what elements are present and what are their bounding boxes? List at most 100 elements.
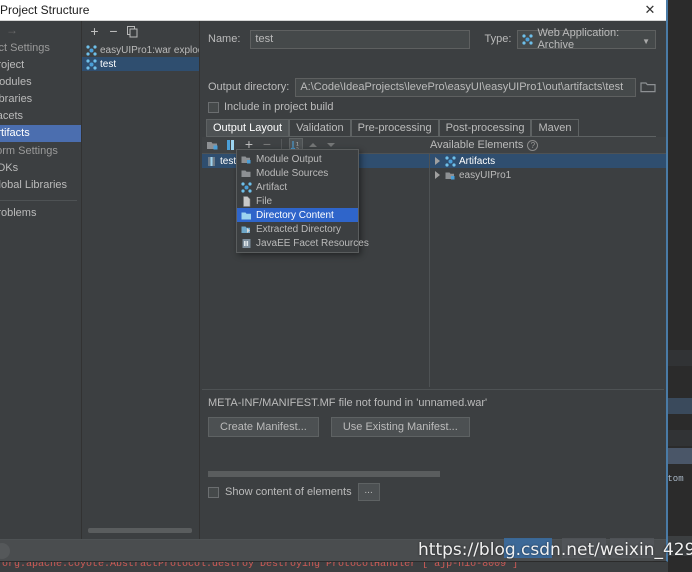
module-output-icon [445,170,456,181]
sidebar-item-artifacts[interactable]: Artifacts [0,125,81,142]
nav-header-project-settings: ject Settings [0,42,50,54]
manifest-area: META-INF/MANIFEST.MF file not found in '… [202,389,666,451]
remove-artifact-button[interactable]: − [107,24,120,38]
manifest-buttons: Create Manifest... Use Existing Manifest… [208,417,470,437]
menu-item-label: Directory Content [256,209,334,221]
dialog-titlebar: Project Structure ✕ [0,0,666,21]
divider [202,389,664,390]
artifact-type-dropdown[interactable]: Web Application: Archive ▼ [517,27,656,51]
output-directory-row: Output directory: A:\Code\IdeaProjects\l… [208,77,656,97]
tree-row[interactable]: Artifacts [430,154,666,168]
output-directory-label: Output directory: [208,81,290,93]
horizontal-scrollbar[interactable] [208,471,440,477]
settings-nav-pane: → ject Settings Project Modules Librarie… [0,21,82,539]
artifact-type-value: Web Application: Archive [537,27,620,51]
artifact-icon [86,58,97,70]
add-artifact-button[interactable]: + [88,24,101,38]
module-output-icon [241,154,252,165]
menu-item-label: Extracted Directory [256,223,342,235]
menu-item-directory-content[interactable]: Directory Content [237,208,358,222]
chevron-down-icon: ▼ [642,36,650,46]
menu-item-artifact[interactable]: Artifact [237,180,358,194]
create-manifest-button[interactable]: Create Manifest... [208,417,319,437]
list-item[interactable]: test [82,57,199,71]
sidebar-item-libraries[interactable]: Libraries [0,91,81,108]
name-row: Name: test Type: Web Application: Archiv… [208,27,656,51]
menu-item-label: Artifact [256,181,288,193]
browse-folder-icon[interactable] [640,79,656,95]
show-content-options-button[interactable]: ... [357,483,380,501]
include-in-build-row[interactable]: Include in project build [208,101,333,113]
available-elements-header: Available Elements ? [430,137,539,154]
horizontal-scrollbar[interactable] [88,528,192,533]
menu-item-label: Module Output [256,153,322,165]
name-label: Name: [208,33,241,45]
tab-maven[interactable]: Maven [531,119,579,136]
help-icon[interactable]: ? [527,140,539,151]
sidebar-item-global-libraries[interactable]: Global Libraries [0,177,81,194]
artifact-name-input[interactable]: test [250,29,470,49]
available-elements-label: Available Elements [430,139,524,151]
tab-output-layout[interactable]: Output Layout [206,119,290,136]
copy-artifact-button[interactable] [126,25,139,38]
include-in-build-checkbox[interactable] [208,101,219,113]
menu-item-file[interactable]: File [237,194,358,208]
tab-post-processing[interactable]: Post-processing [438,119,532,136]
menu-item-extracted-directory[interactable]: Extracted Directory [237,222,358,236]
artifact-icon [522,33,534,45]
svg-text:1: 1 [296,142,299,148]
background-right-panel [668,0,692,572]
menu-item-label: File [256,195,273,207]
include-in-build-label: Include in project build [224,101,334,113]
artifact-list-toolbar: + − [82,21,199,39]
show-content-row[interactable]: Show content of elements ... [208,483,380,501]
tree-row-label: easyUIPro1 [459,169,512,181]
show-content-label: Show content of elements [225,486,352,498]
expand-triangle-icon[interactable] [434,157,442,165]
tab-validation[interactable]: Validation [289,119,351,136]
list-item[interactable]: easyUIPro1:war exploded [82,43,199,57]
extracted-directory-icon [241,224,252,235]
sidebar-item-facets[interactable]: Facets [0,108,81,125]
output-directory-input[interactable]: A:\Code\IdeaProjects\levePro\easyUI\easy… [295,77,636,97]
menu-item-label: Module Sources [256,167,329,179]
sidebar-item-project[interactable]: Project [0,57,81,74]
add-element-context-menu: Module Output Module Sources Artifact Fi… [236,149,369,253]
tree-row-label: Artifacts [459,155,496,167]
module-sources-icon [241,168,252,179]
javaee-facet-icon [241,238,252,249]
dialog-body: → ject Settings Project Modules Librarie… [0,21,666,539]
directory-icon [241,210,252,221]
show-content-checkbox[interactable] [208,486,219,498]
use-existing-manifest-button[interactable]: Use Existing Manifest... [330,417,470,437]
type-label: Type: [484,33,512,45]
artifact-editor-pane: Name: test Type: Web Application: Archiv… [200,21,666,539]
sidebar-item-problems[interactable]: Problems [0,205,81,222]
menu-item-module-sources[interactable]: Module Sources [237,166,358,180]
background-row [668,398,692,414]
watermark-text: https://blog.csdn.net/weixin_42979871 [418,540,692,560]
sidebar-item-modules[interactable]: Modules [0,74,81,91]
manifest-message: META-INF/MANIFEST.MF file not found in '… [208,397,488,409]
file-icon [241,195,252,207]
artifact-list-pane: + − easyUIPro1:war explo test [82,21,200,539]
project-structure-dialog: Project Structure ✕ → ject Settings Proj… [0,0,668,562]
dialog-title: Project Structure [0,3,90,17]
footer-indicator-icon [0,543,10,559]
sidebar-item-sdks[interactable]: SDKs [0,160,81,177]
artifact-tabs: Output Layout Validation Pre-processing … [206,119,656,137]
nav-header-platform-settings: tform Settings [0,145,58,157]
list-item-label: easyUIPro1:war exploded [100,44,199,56]
menu-item-label: JavaEE Facet Resources [256,237,369,249]
expand-triangle-icon[interactable] [434,171,442,179]
tab-pre-processing[interactable]: Pre-processing [350,119,439,136]
menu-item-module-output[interactable]: Module Output [237,152,358,166]
module-output-icon[interactable] [206,138,220,152]
tree-row[interactable]: easyUIPro1 [430,168,666,182]
close-icon[interactable]: ✕ [636,0,664,20]
artifact-icon [86,44,97,56]
available-elements-tree: Artifacts easyUIPro1 [430,154,666,387]
menu-item-javaee-facet-resources[interactable]: JavaEE Facet Resources [237,236,369,250]
nav-divider [0,200,77,201]
back-arrow-icon[interactable]: → [6,23,18,37]
